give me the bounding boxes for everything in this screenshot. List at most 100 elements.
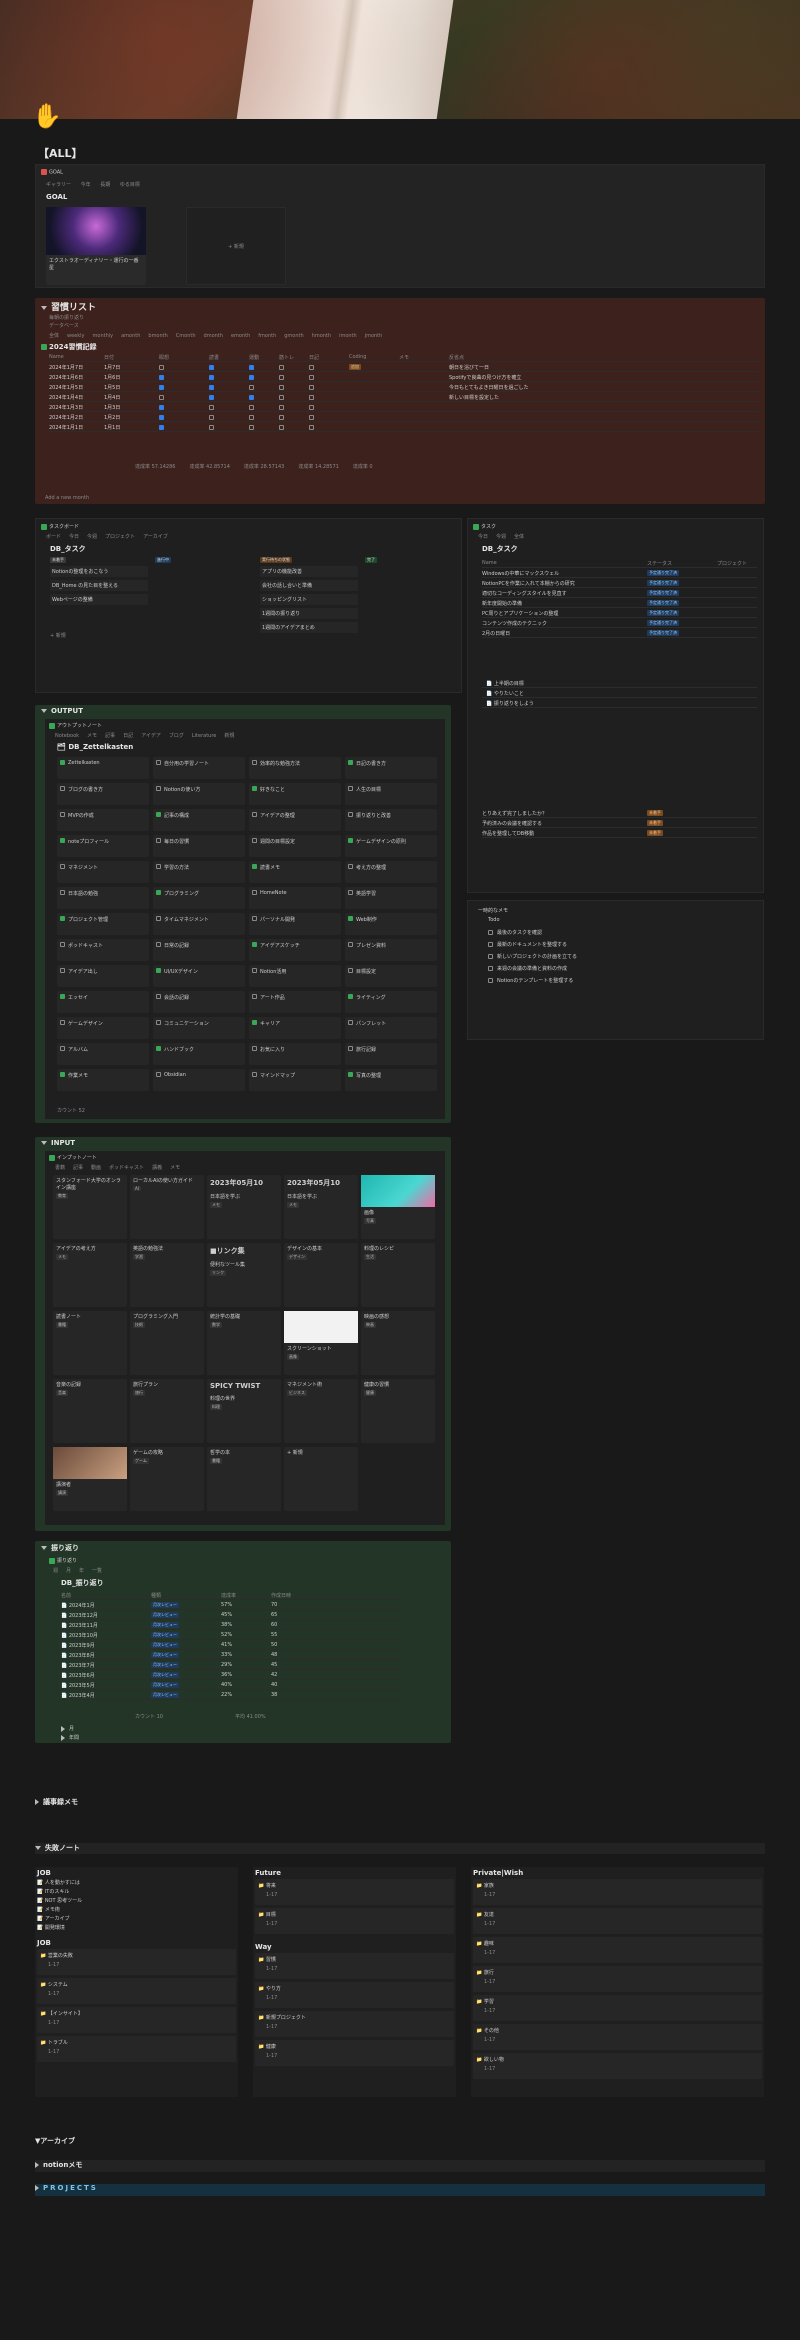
input-tab-3[interactable]: ポッドキャスト	[109, 1165, 144, 1171]
input-card[interactable]: ローカルAIの使い方ガイド AI	[130, 1175, 204, 1239]
tasks-right-row3[interactable]: 作品を整理してDB移動 未着手	[482, 829, 757, 838]
output-card[interactable]: プログラミング	[153, 887, 245, 909]
habit-tab-7[interactable]: emonth	[231, 333, 250, 339]
output-card[interactable]: プロジェクト管理	[57, 913, 149, 935]
review-row-name[interactable]: 📄 2023年9月	[61, 1642, 95, 1649]
output-card[interactable]: 毎日の習慣	[153, 835, 245, 857]
output-card[interactable]: 自分用の学習ノート	[153, 757, 245, 779]
habit-row-name[interactable]: 2024年1月5日	[49, 384, 101, 391]
habit-tab-0[interactable]: 全体	[49, 333, 59, 339]
tasks-right-row[interactable]: 2月の日曜日 予定通り完了済	[482, 629, 757, 638]
failure-item[interactable]: 📝 NOT 思考ツール	[37, 1897, 236, 1904]
output-card[interactable]: 目標設定	[345, 965, 437, 987]
toggle-icon[interactable]	[41, 1141, 47, 1145]
output-card[interactable]: 読書メモ	[249, 861, 341, 883]
habit-checkbox[interactable]	[209, 395, 214, 400]
tasks-right-crumb[interactable]: タスク	[481, 524, 496, 530]
habit-checkbox[interactable]	[279, 365, 284, 370]
output-card-check[interactable]	[252, 838, 257, 843]
input-tab-2[interactable]: 動画	[91, 1165, 101, 1171]
input-card[interactable]: 料理のレシピ 生活	[361, 1243, 435, 1307]
tasks-left-tab-1[interactable]: 今日	[69, 534, 79, 540]
task-card[interactable]: 会社の話し合いと準備	[260, 580, 358, 591]
output-card-check[interactable]	[252, 1046, 257, 1051]
tab-this-year[interactable]: 今年	[81, 182, 91, 188]
review-row[interactable]: 📄 2023年5月 月次レビュー 40% 40	[61, 1681, 401, 1690]
output-card[interactable]: 人生の目標	[345, 783, 437, 805]
tasks-right-row[interactable]: PC周りとアプリケーションの整理 予定通り完了済	[482, 609, 757, 618]
output-card[interactable]: タイムマネジメント	[153, 913, 245, 935]
habit-checkbox[interactable]	[249, 425, 254, 430]
review-col-header[interactable]: 名前	[61, 1592, 71, 1599]
habit-checkbox[interactable]	[279, 395, 284, 400]
habit-col-header[interactable]: 日記	[309, 354, 319, 361]
input-card[interactable]: マネジメント術 ビジネス	[284, 1379, 358, 1443]
tasks-right-tab-0[interactable]: 今日	[478, 534, 488, 540]
output-card-check[interactable]	[156, 968, 161, 973]
review-row-name[interactable]: 📄 2023年5月	[61, 1682, 95, 1689]
output-card[interactable]: 日記の書き方	[345, 757, 437, 779]
add-month-button[interactable]: Add a new month	[45, 495, 89, 501]
habit-tab-4[interactable]: bmonth	[148, 333, 167, 339]
task-name[interactable]: 新年度開始の準備	[482, 600, 642, 607]
tasks-right-row2[interactable]: 📄 上半期の目標	[482, 679, 757, 688]
output-card[interactable]: アイデア出し	[57, 965, 149, 987]
tab-gallery[interactable]: ギャラリー	[46, 182, 71, 188]
output-card[interactable]: UI/UXデザイン	[153, 965, 245, 987]
output-card-check[interactable]	[60, 994, 65, 999]
output-card[interactable]: 日本語の勉強	[57, 887, 149, 909]
toggle-icon[interactable]	[35, 2162, 39, 2168]
review-row-name[interactable]: 📄 2023年12月	[61, 1612, 98, 1619]
output-card-check[interactable]	[156, 994, 161, 999]
output-card[interactable]: 写真の整理	[345, 1069, 437, 1091]
output-card[interactable]: 週間の目標設定	[249, 835, 341, 857]
review-tab-2[interactable]: 年	[79, 1568, 84, 1574]
output-card-check[interactable]	[348, 968, 353, 973]
habit-checkbox[interactable]	[309, 385, 314, 390]
output-card[interactable]: Obsidian	[153, 1069, 245, 1091]
task-card[interactable]: DB_Home の見た目を整える	[50, 580, 148, 591]
toggle-icon[interactable]	[41, 1546, 47, 1550]
tasks-right-row3[interactable]: 予約済みの会議を確認する 未着手	[482, 819, 757, 828]
failure-private-card[interactable]: 📁 趣味 1-17	[473, 1937, 762, 1963]
input-tab-4[interactable]: 講義	[152, 1165, 162, 1171]
task-name[interactable]: Windowsの中華にマックスウェル	[482, 570, 642, 577]
habit-checkbox[interactable]	[159, 395, 164, 400]
habit-checkbox[interactable]	[159, 375, 164, 380]
review-tab-0[interactable]: 週	[53, 1568, 58, 1574]
failure-item[interactable]: 📝 メモ術	[37, 1906, 236, 1913]
output-card[interactable]: noteプロフィール	[57, 835, 149, 857]
output-card-check[interactable]	[252, 942, 257, 947]
output-card-check[interactable]	[60, 760, 65, 765]
tasks-right-tab-2[interactable]: 全体	[514, 534, 524, 540]
habit-col-header[interactable]: 日付	[104, 354, 114, 361]
failure-private-card[interactable]: 📁 学習 1-17	[473, 1995, 762, 2021]
output-card[interactable]: 日常の記録	[153, 939, 245, 961]
review-row[interactable]: 📄 2023年4月 月次レビュー 22% 38	[61, 1691, 401, 1700]
input-card[interactable]: 健康の習慣 健康	[361, 1379, 435, 1443]
failure-private-card[interactable]: 📁 家族 1-17	[473, 1879, 762, 1905]
output-card[interactable]: お気に入り	[249, 1043, 341, 1065]
output-card[interactable]: ブログの書き方	[57, 783, 149, 805]
todo-checkbox[interactable]	[488, 930, 493, 935]
task-name[interactable]: 📄 振り返りをしよう	[486, 700, 534, 707]
task-name[interactable]: 適切なコーディングスタイルを見直す	[482, 590, 642, 597]
output-tab-3[interactable]: 日記	[123, 733, 133, 739]
todo-checkbox[interactable]	[488, 966, 493, 971]
failure-job-card[interactable]: 📁 トラブル 1-17	[37, 2036, 236, 2062]
output-card[interactable]: 好きなこと	[249, 783, 341, 805]
output-card[interactable]: HomeNote	[249, 887, 341, 909]
input-tab-5[interactable]: メモ	[170, 1165, 180, 1171]
output-card-check[interactable]	[60, 812, 65, 817]
tab-long-term[interactable]: 長期	[100, 182, 110, 188]
review-sub[interactable]: 振り返り	[57, 1558, 77, 1564]
failure-job-card[interactable]: 📁 営業の失敗 1-17	[37, 1949, 236, 1975]
output-tab-6[interactable]: Literature	[192, 733, 216, 739]
review-row[interactable]: 📄 2023年12月 月次レビュー 45% 65	[61, 1611, 401, 1620]
output-tab-7[interactable]: 新規	[224, 733, 234, 739]
habit-row-name[interactable]: 2024年1月1日	[49, 424, 101, 431]
output-card[interactable]: 旅行記録	[345, 1043, 437, 1065]
input-tab-1[interactable]: 記事	[73, 1165, 83, 1171]
toggle-icon[interactable]	[35, 2185, 39, 2191]
task-group-label[interactable]: 実行待ちの状態	[260, 557, 292, 563]
